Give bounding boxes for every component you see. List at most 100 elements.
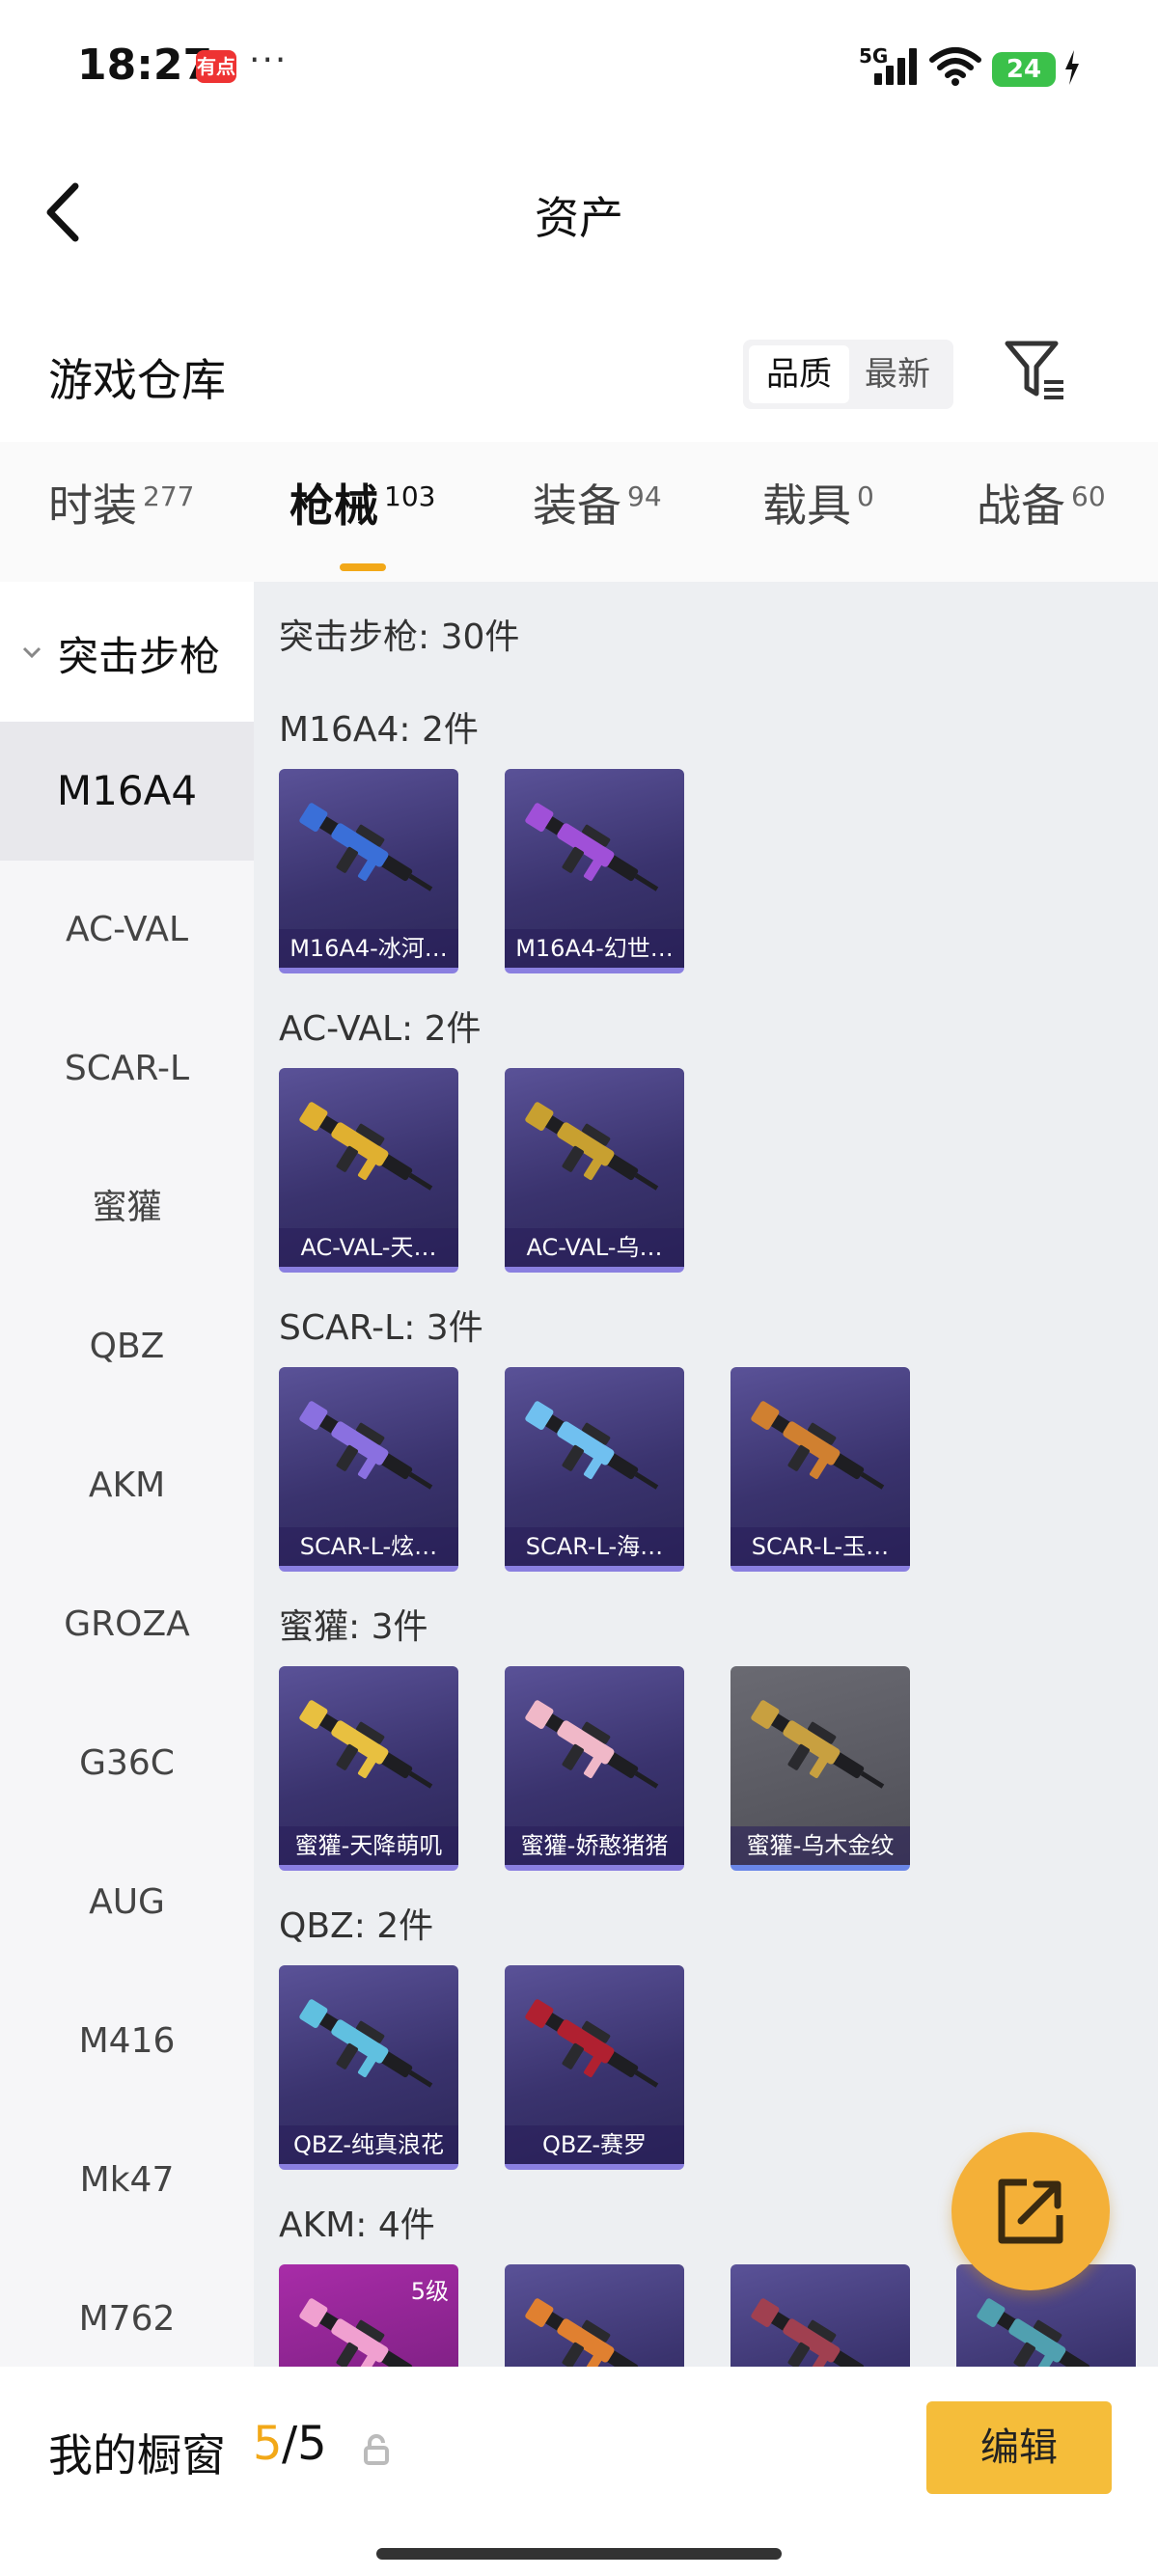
tab-count: 277 <box>143 480 195 512</box>
showcase-label: 我的橱窗 <box>48 2429 226 2481</box>
rifle-icon <box>525 1102 659 1191</box>
weapon-skin-card[interactable]: AC-VAL-乌… <box>505 1068 684 1273</box>
weapon-grid: 突击步枪: 30件 M16A4: 2件 M16A4-冰河… M16A4-幻世… AC-V… <box>254 582 1158 2367</box>
weapon-skin-name: 蜜獾-天降萌叽 <box>279 1826 458 1865</box>
rifle-icon <box>299 1401 433 1490</box>
weapon-skin-name: QBZ-纯真浪花 <box>279 2125 458 2164</box>
share-icon <box>998 2179 1063 2244</box>
sidebar-category-assault-rifles[interactable]: 突击步枪 <box>0 582 254 722</box>
sort-quality-button[interactable]: 品质 <box>749 345 849 403</box>
rifle-icon <box>525 1700 659 1789</box>
tab-label: 战备 <box>977 480 1065 532</box>
weapon-skin-card[interactable]: QBZ-纯真浪花 <box>279 1965 458 2170</box>
rifle-icon <box>751 2298 865 2367</box>
sidebar-item-m416[interactable]: M416 <box>0 1972 254 2111</box>
tab-count: 60 <box>1071 480 1106 512</box>
edit-button[interactable]: 编辑 <box>926 2401 1112 2494</box>
sidebar-item-honeybadger[interactable]: 蜜獾 <box>0 1138 254 1277</box>
group-title: QBZ: 2件 <box>279 1906 434 1946</box>
category-tabs: 时装 277 枪械 103 装备 94 载具 0 战备 60 <box>0 442 1158 582</box>
tab-count: 94 <box>627 480 662 512</box>
active-tab-indicator <box>340 563 386 571</box>
sidebar-category-label: 突击步枪 <box>58 633 221 680</box>
group-title: M16A4: 2件 <box>279 710 479 750</box>
signal-icon <box>874 48 919 85</box>
weapon-skin-name: AC-VAL-乌… <box>505 1228 684 1267</box>
weapon-skin-name: M16A4-冰河… <box>279 929 458 968</box>
status-bar: 18:27 有点 ··· 5G 24 <box>0 0 1158 135</box>
weapon-skin-name: 蜜獾-娇憨猪猪 <box>505 1826 684 1865</box>
weapon-skin-name: AC-VAL-天… <box>279 1228 458 1267</box>
tab-supplies[interactable]: 战备 60 <box>977 471 1106 534</box>
tab-label: 时装 <box>48 480 137 532</box>
rifle-icon <box>751 1700 885 1789</box>
sidebar-item-groza[interactable]: GROZA <box>0 1555 254 1694</box>
section-summary: 突击步枪: 30件 <box>279 617 520 657</box>
rifle-icon <box>977 2298 1090 2367</box>
group-title: AKM: 4件 <box>279 2206 435 2245</box>
weapon-skin-card[interactable]: QBZ-赛罗 <box>505 1965 684 2170</box>
rifle-icon <box>525 1999 659 2088</box>
sidebar-item-scarl[interactable]: SCAR-L <box>0 1000 254 1138</box>
weapon-skin-name: QBZ-赛罗 <box>505 2125 684 2164</box>
sidebar-item-aug[interactable]: AUG <box>0 1833 254 1972</box>
group-title: AC-VAL: 2件 <box>279 1009 482 1049</box>
weapon-skin-card[interactable]: 蜜獾-娇憨猪猪 <box>505 1666 684 1871</box>
tab-label: 枪械 <box>290 480 378 532</box>
more-notifications-icon: ··· <box>249 41 289 80</box>
rifle-icon <box>525 2298 639 2367</box>
weapon-skin-card[interactable] <box>731 2264 910 2367</box>
weapon-skin-name: M16A4-幻世… <box>505 929 684 968</box>
charging-icon <box>1065 50 1079 85</box>
tab-count: 103 <box>384 480 436 512</box>
showcase-current-count: 5 <box>253 2417 283 2471</box>
battery-level: 24 <box>992 52 1056 87</box>
rifle-icon <box>525 803 659 891</box>
rifle-icon <box>299 1102 433 1191</box>
sidebar-item-qbz[interactable]: QBZ <box>0 1277 254 1416</box>
tab-equipment[interactable]: 装备 94 <box>533 471 662 534</box>
weapon-skin-card[interactable]: M16A4-幻世… <box>505 769 684 973</box>
showcase-total: /5 <box>282 2417 327 2471</box>
sidebar-item-g36c[interactable]: G36C <box>0 1694 254 1833</box>
group-title: 蜜獾: 3件 <box>279 1607 428 1647</box>
status-time: 18:27 <box>77 41 213 90</box>
tab-label: 装备 <box>533 480 621 532</box>
weapon-skin-card[interactable]: SCAR-L-玉… <box>731 1367 910 1572</box>
weapon-skin-card[interactable] <box>505 2264 684 2367</box>
sort-newest-button[interactable]: 最新 <box>847 345 948 403</box>
weapon-skin-card[interactable]: 5级 <box>279 2264 458 2367</box>
weapon-skin-name: SCAR-L-炫… <box>279 1527 458 1566</box>
my-showcase-bar: 我的橱窗 5 /5 编辑 <box>0 2367 1158 2576</box>
tab-firearms[interactable]: 枪械 103 <box>290 471 436 571</box>
weapon-skin-card[interactable]: AC-VAL-天… <box>279 1068 458 1273</box>
weapon-skin-name: 蜜獾-乌木金纹 <box>731 1826 910 1865</box>
page-title: 资产 <box>535 192 623 244</box>
sidebar-item-m16a4[interactable]: M16A4 <box>0 722 254 861</box>
sidebar-item-akm[interactable]: AKM <box>0 1416 254 1555</box>
weapon-sidebar: 突击步枪 M16A4 AC-VAL SCAR-L 蜜獾 QBZ AKM GROZ… <box>0 582 254 2367</box>
sidebar-item-mk47[interactable]: Mk47 <box>0 2111 254 2250</box>
weapon-skin-card[interactable]: M16A4-冰河… <box>279 769 458 973</box>
tab-label: 载具 <box>762 480 851 532</box>
tab-count: 0 <box>857 480 874 512</box>
tab-vehicles[interactable]: 载具 0 <box>762 471 874 534</box>
sort-toggle: 品质 最新 <box>743 340 953 409</box>
group-title: SCAR-L: 3件 <box>279 1308 483 1348</box>
sidebar-item-acval[interactable]: AC-VAL <box>0 861 254 1000</box>
weapon-skin-card[interactable]: SCAR-L-炫… <box>279 1367 458 1572</box>
weapon-skin-name: SCAR-L-海… <box>505 1527 684 1566</box>
weapon-skin-card[interactable]: 蜜獾-乌木金纹 <box>731 1666 910 1871</box>
page-header: 资产 <box>0 135 1158 289</box>
weapon-skin-card[interactable]: SCAR-L-海… <box>505 1367 684 1572</box>
weapon-skin-card[interactable]: 蜜獾-天降萌叽 <box>279 1666 458 1871</box>
sidebar-item-m762[interactable]: M762 <box>0 2250 254 2367</box>
home-indicator[interactable] <box>376 2548 782 2560</box>
weapon-skin-name: SCAR-L-玉… <box>731 1527 910 1566</box>
notification-app-icon: 有点 <box>196 50 236 83</box>
rifle-icon <box>299 1700 433 1789</box>
filter-icon[interactable] <box>1004 338 1071 405</box>
tab-fashion[interactable]: 时装 277 <box>48 471 194 534</box>
share-button[interactable] <box>951 2132 1110 2290</box>
chevron-down-icon <box>22 646 41 659</box>
